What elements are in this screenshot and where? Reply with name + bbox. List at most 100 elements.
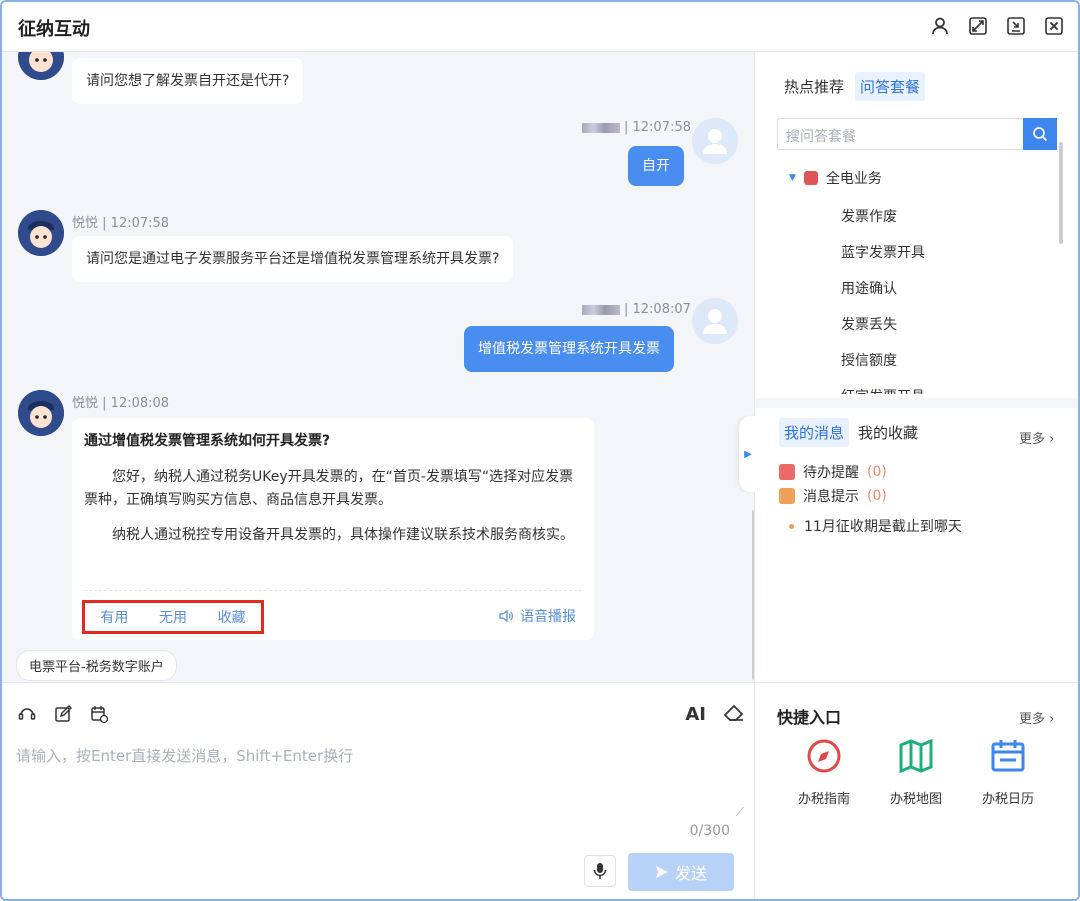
quick-tax-guide[interactable]: 办税指南 — [779, 738, 869, 807]
useless-button[interactable]: 无用 — [159, 607, 187, 627]
app-title: 征纳互动 — [18, 19, 90, 40]
bot-name: 悦悦 — [72, 396, 99, 411]
tree-scrollbar[interactable] — [1059, 142, 1063, 244]
search-icon — [1033, 127, 1048, 142]
resize-handle-icon[interactable]: ⟋ — [736, 805, 744, 820]
section-divider — [755, 682, 1078, 683]
user-message-meta: | 12:08:07 — [582, 302, 691, 317]
qa-tree: ▼ 全电业务 发票作废 蓝字发票开具 用途确认 发票丢失 授信额度 红字发票开具 — [777, 162, 1059, 394]
chat-area[interactable]: 请问您想了解发票自开还是代开? | 12:07:58 自开 悦悦 | 12:07… — [2, 52, 754, 682]
tab-my-favorites[interactable]: 我的收藏 — [853, 418, 923, 447]
blurred-username — [582, 304, 620, 315]
tree-item[interactable]: 发票丢失 — [841, 314, 897, 334]
voice-broadcast-label: 语音播报 — [520, 609, 576, 625]
microphone-button[interactable] — [584, 855, 616, 887]
bot-avatar — [18, 390, 64, 436]
expand-icon[interactable] — [968, 16, 988, 36]
category-icon — [803, 171, 818, 185]
bot-avatar — [18, 52, 64, 80]
search-input[interactable]: 搜问答套餐 — [786, 126, 856, 146]
quick-more-link[interactable]: 更多 › — [1019, 708, 1054, 727]
tree-root[interactable]: ▼ 全电业务 — [789, 168, 882, 188]
tree-item[interactable]: 蓝字发票开具 — [841, 242, 925, 262]
minimize-to-tray-icon[interactable] — [1006, 16, 1026, 36]
quick-topic-chip[interactable]: 电票平台-税务数字账户 — [16, 650, 177, 681]
tree-item[interactable]: 授信额度 — [841, 350, 897, 370]
collapse-panel-toggle[interactable]: ▶ — [739, 416, 757, 492]
answer-card: 通过增值税发票管理系统如何开具发票? 您好，纳税人通过税务UKey开具发票的，在… — [72, 418, 594, 640]
search-button[interactable] — [1023, 118, 1057, 150]
tab-hot-recommend[interactable]: 热点推荐 — [779, 72, 849, 101]
bot-name: 悦悦 — [72, 216, 99, 231]
quick-label: 办税日历 — [981, 792, 1034, 807]
headset-icon[interactable] — [16, 703, 38, 725]
answer-question: 通过增值税发票管理系统如何开具发票? — [84, 433, 331, 449]
ai-button[interactable]: AI — [685, 704, 706, 725]
voice-broadcast-button[interactable]: 语音播报 — [498, 606, 576, 626]
char-count: 0/300 — [689, 823, 730, 839]
map-icon — [899, 738, 933, 774]
user-avatar — [692, 118, 738, 164]
close-icon[interactable] — [1044, 16, 1064, 36]
message-time: | 12:07:58 — [102, 216, 170, 231]
messages-more-link[interactable]: 更多 › — [1019, 428, 1054, 447]
message-time: | 12:07:58 — [624, 120, 691, 135]
send-icon — [655, 866, 668, 878]
edit-icon[interactable] — [52, 703, 74, 725]
bullet-dot — [789, 523, 794, 529]
more-label: 更多 — [1019, 712, 1046, 727]
title-bar: 征纳互动 — [2, 2, 1078, 52]
bot-message: 请问您是通过电子发票服务平台还是增值税发票管理系统开具发票? — [72, 236, 514, 282]
quick-tax-map[interactable]: 办税地图 — [871, 738, 961, 807]
speaker-icon — [499, 609, 513, 623]
bot-message-meta: 悦悦 | 12:07:58 — [72, 212, 169, 231]
favorite-button[interactable]: 收藏 — [218, 607, 246, 627]
right-panel: ▶ 热点推荐 问答套餐 搜问答套餐 ▼ 全电业务 发票作废 蓝字发票开具 用途确… — [739, 52, 1078, 899]
message-tabs: 我的消息 我的收藏 — [779, 418, 923, 447]
bulb-icon — [779, 488, 795, 504]
bot-message: 请问您想了解发票自开还是代开? — [72, 58, 304, 104]
quick-label: 办税指南 — [797, 792, 850, 807]
app-window: 征纳互动 请问您想了解发票自开还是代开? | 12:07:58 自开 悦悦 | … — [0, 0, 1080, 901]
input-right-tools: AI — [685, 701, 746, 727]
notice-label: 消息提示 — [803, 489, 859, 505]
answer-paragraph: 您好，纳税人通过税务UKey开具发票的，在“首页-发票填写“选择对应发票票种，正… — [84, 469, 574, 508]
user-message-meta: | 12:07:58 — [582, 120, 691, 135]
todo-reminder[interactable]: 待办提醒 (0) — [779, 462, 887, 482]
feedback-actions-highlight: 有用 无用 收藏 — [82, 600, 264, 634]
notice-item-text: 11月征收期是截止到哪天 — [804, 519, 962, 535]
input-toolbar — [16, 703, 110, 725]
notice-item[interactable]: 11月征收期是截止到哪天 — [789, 516, 962, 536]
qa-search[interactable]: 搜问答套餐 — [777, 118, 1057, 150]
clock-icon — [779, 464, 795, 480]
tree-item[interactable]: 用途确认 — [841, 278, 897, 298]
send-label: 发送 — [674, 864, 707, 883]
tab-my-messages[interactable]: 我的消息 — [779, 418, 850, 447]
tree-root-label: 全电业务 — [825, 171, 882, 187]
send-button[interactable]: 发送 — [628, 853, 734, 891]
input-area: AI 请输入，按Enter直接发送消息，Shift+Enter换行 ⟋ 0/30… — [2, 682, 754, 899]
window-controls — [930, 16, 1064, 36]
blurred-username — [582, 122, 620, 133]
message-notice[interactable]: 消息提示 (0) — [779, 486, 887, 506]
quick-label: 办税地图 — [889, 792, 942, 807]
divider — [84, 590, 582, 591]
eraser-icon[interactable] — [722, 701, 746, 727]
message-input[interactable]: 请输入，按Enter直接发送消息，Shift+Enter换行 — [16, 745, 353, 766]
answer-paragraph: 纳税人通过税控专用设备开具发票的，具体操作建议联系技术服务商核实。 — [112, 527, 574, 543]
tree-item[interactable]: 发票作废 — [841, 206, 897, 226]
message-time: | 12:08:07 — [624, 302, 691, 317]
tree-item[interactable]: 红字发票开具 — [841, 386, 925, 394]
todo-count: (0) — [867, 464, 887, 480]
quick-entry-title: 快捷入口 — [777, 708, 842, 727]
section-divider — [755, 398, 1078, 408]
bot-avatar — [18, 210, 64, 256]
user-icon[interactable] — [930, 16, 950, 36]
useful-button[interactable]: 有用 — [100, 607, 128, 627]
calendar-clock-icon[interactable] — [88, 703, 110, 725]
quick-tax-calendar[interactable]: 办税日历 — [963, 738, 1053, 807]
todo-label: 待办提醒 — [803, 465, 859, 481]
calendar-icon — [991, 740, 1025, 772]
user-message: 自开 — [628, 146, 684, 186]
tab-qa-package[interactable]: 问答套餐 — [855, 72, 926, 101]
